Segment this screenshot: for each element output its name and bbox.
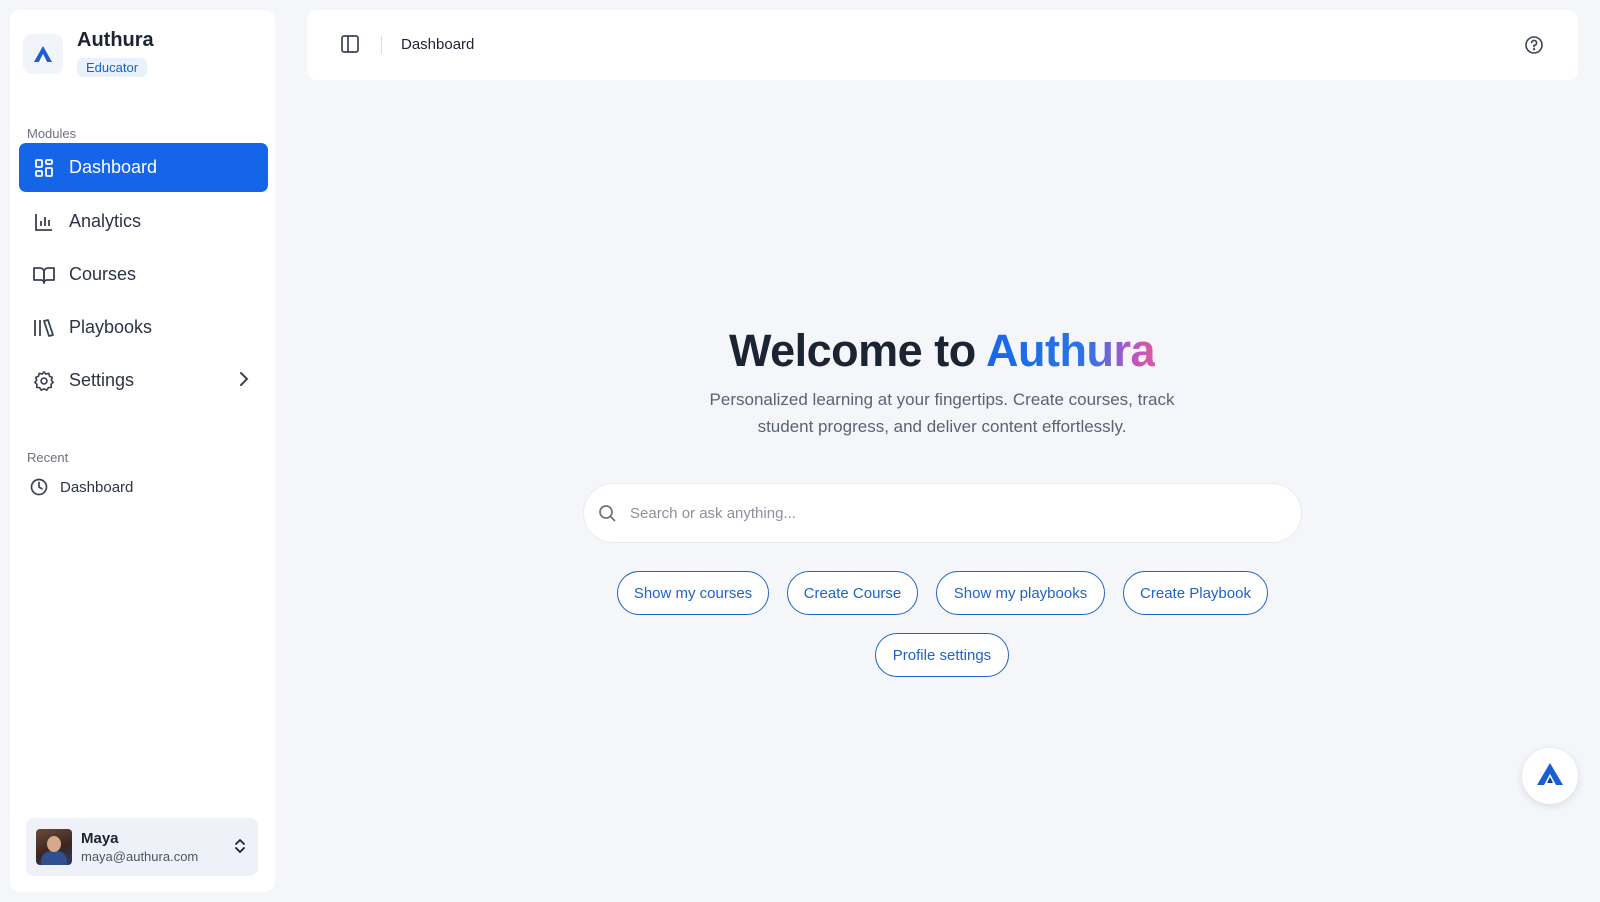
brand-logo-icon[interactable] bbox=[23, 34, 63, 74]
user-email: maya@authura.com bbox=[81, 849, 199, 864]
user-name: Maya bbox=[81, 830, 119, 847]
subtitle-line-2: student progress, and deliver content ef… bbox=[757, 417, 1127, 436]
sidebar-toggle-icon[interactable] bbox=[340, 34, 360, 59]
brand: Authura Educator bbox=[23, 26, 154, 77]
recent-label: Recent bbox=[27, 450, 69, 465]
subtitle-line-1: Personalized learning at your fingertips… bbox=[709, 390, 1175, 409]
authura-logo-icon bbox=[1536, 762, 1564, 791]
welcome-brand: Authura bbox=[986, 325, 1156, 376]
brand-name: Authura bbox=[77, 29, 154, 51]
sidebar-item-analytics[interactable]: Analytics bbox=[19, 197, 268, 246]
modules-label: Modules bbox=[27, 126, 77, 141]
welcome-title: Welcome to Authura bbox=[0, 325, 1600, 377]
top-header: Dashboard bbox=[307, 10, 1578, 80]
role-badge: Educator bbox=[77, 58, 148, 77]
show-my-playbooks-button[interactable]: Show my playbooks bbox=[936, 571, 1105, 615]
assistant-fab[interactable] bbox=[1522, 748, 1578, 804]
show-my-courses-button[interactable]: Show my courses bbox=[617, 571, 769, 615]
user-menu[interactable]: Maya maya@authura.com bbox=[26, 818, 258, 876]
search-input[interactable] bbox=[630, 504, 1250, 522]
search-icon bbox=[598, 504, 616, 522]
sidebar-item-label: Analytics bbox=[69, 211, 142, 231]
grid-icon bbox=[33, 157, 55, 179]
sidebar-item-courses[interactable]: Courses bbox=[19, 250, 268, 299]
welcome-prefix: Welcome to bbox=[728, 325, 987, 376]
breadcrumb: Dashboard bbox=[401, 36, 475, 53]
header-divider bbox=[381, 36, 382, 54]
help-circle-icon[interactable] bbox=[1524, 35, 1544, 60]
recent-item-label: Dashboard bbox=[60, 478, 134, 496]
profile-settings-button[interactable]: Profile settings bbox=[875, 633, 1009, 677]
recent-item-dashboard[interactable]: Dashboard bbox=[30, 478, 133, 496]
create-playbook-button[interactable]: Create Playbook bbox=[1123, 571, 1268, 615]
book-open-icon bbox=[33, 264, 55, 286]
sidebar-item-label: Courses bbox=[69, 264, 137, 284]
create-course-button[interactable]: Create Course bbox=[787, 571, 918, 615]
chevrons-up-down-icon[interactable] bbox=[234, 837, 246, 860]
avatar bbox=[36, 829, 72, 865]
bar-chart-icon bbox=[33, 211, 55, 233]
search-bar[interactable] bbox=[583, 483, 1302, 543]
sidebar-item-dashboard[interactable]: Dashboard bbox=[19, 143, 268, 192]
sidebar-item-label: Dashboard bbox=[69, 157, 158, 177]
clock-icon bbox=[30, 478, 48, 496]
sidebar: Authura Educator Modules Dashboard Analy… bbox=[10, 10, 275, 892]
welcome-subtitle: Personalized learning at your fingertips… bbox=[0, 386, 1600, 440]
